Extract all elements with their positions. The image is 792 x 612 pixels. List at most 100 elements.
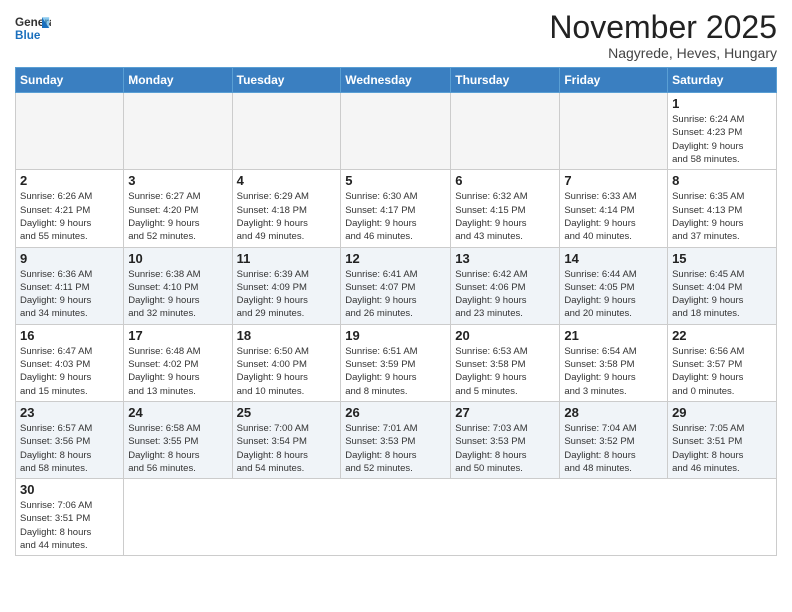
day-info: Sunrise: 6:58 AM Sunset: 3:55 PM Dayligh… [128,422,227,475]
title-area: November 2025 Nagyrede, Heves, Hungary [549,10,777,61]
calendar-row: 16 Sunrise: 6:47 AM Sunset: 4:03 PM Dayli… [16,324,777,401]
calendar-cell: 26Sunrise: 7:01 AM Sunset: 3:53 PM Dayli… [341,401,451,478]
day-number: 13 [455,251,555,266]
calendar-cell [16,93,124,170]
header-saturday: Saturday [668,68,777,93]
day-number: 3 [128,173,227,188]
calendar-cell: 10 Sunrise: 6:38 AM Sunset: 4:10 PM Dayli… [124,247,232,324]
day-info: Sunrise: 6:39 AM Sunset: 4:09 PM Dayligh… [237,268,337,321]
logo-icon: General Blue [15,10,51,46]
location: Nagyrede, Heves, Hungary [549,45,777,61]
calendar-cell: 11Sunrise: 6:39 AM Sunset: 4:09 PM Dayli… [232,247,341,324]
month-title: November 2025 [549,10,777,45]
day-number: 15 [672,251,772,266]
day-info: Sunrise: 6:51 AM Sunset: 3:59 PM Dayligh… [345,345,446,398]
day-info: Sunrise: 6:45 AM Sunset: 4:04 PM Dayligh… [672,268,772,321]
day-number: 26 [345,405,446,420]
day-number: 25 [237,405,337,420]
logo: General Blue [15,10,51,46]
day-info: Sunrise: 6:47 AM Sunset: 4:03 PM Dayligh… [20,345,119,398]
day-info: Sunrise: 7:06 AM Sunset: 3:51 PM Dayligh… [20,499,119,552]
day-info: Sunrise: 6:29 AM Sunset: 4:18 PM Dayligh… [237,190,337,243]
header-tuesday: Tuesday [232,68,341,93]
day-info: Sunrise: 6:27 AM Sunset: 4:20 PM Dayligh… [128,190,227,243]
calendar-cell: 21 Sunrise: 6:54 AM Sunset: 3:58 PM Dayli… [560,324,668,401]
day-info: Sunrise: 6:56 AM Sunset: 3:57 PM Dayligh… [672,345,772,398]
day-number: 12 [345,251,446,266]
calendar-cell: 1Sunrise: 6:24 AM Sunset: 4:23 PM Daylig… [668,93,777,170]
calendar-row: 1Sunrise: 6:24 AM Sunset: 4:23 PM Daylig… [16,93,777,170]
day-number: 21 [564,328,663,343]
header-friday: Friday [560,68,668,93]
calendar-cell: 30Sunrise: 7:06 AM Sunset: 3:51 PM Dayli… [16,479,124,556]
day-info: Sunrise: 7:00 AM Sunset: 3:54 PM Dayligh… [237,422,337,475]
calendar-table: Sunday Monday Tuesday Wednesday Thursday… [15,67,777,556]
calendar-cell: 3 Sunrise: 6:27 AM Sunset: 4:20 PM Daylig… [124,170,232,247]
day-number: 14 [564,251,663,266]
day-info: Sunrise: 6:35 AM Sunset: 4:13 PM Dayligh… [672,190,772,243]
calendar-cell [451,93,560,170]
day-info: Sunrise: 6:36 AM Sunset: 4:11 PM Dayligh… [20,268,119,321]
calendar-cell: 17 Sunrise: 6:48 AM Sunset: 4:02 PM Dayli… [124,324,232,401]
day-number: 4 [237,173,337,188]
day-info: Sunrise: 6:32 AM Sunset: 4:15 PM Dayligh… [455,190,555,243]
day-number: 7 [564,173,663,188]
day-number: 8 [672,173,772,188]
day-number: 17 [128,328,227,343]
calendar-cell [341,93,451,170]
calendar-cell: 5 Sunrise: 6:30 AM Sunset: 4:17 PM Daylig… [341,170,451,247]
calendar-row: 9 Sunrise: 6:36 AM Sunset: 4:11 PM Daylig… [16,247,777,324]
calendar-cell: 15 Sunrise: 6:45 AM Sunset: 4:04 PM Dayli… [668,247,777,324]
calendar-cell: 24 Sunrise: 6:58 AM Sunset: 3:55 PM Dayli… [124,401,232,478]
calendar-cell: 7 Sunrise: 6:33 AM Sunset: 4:14 PM Daylig… [560,170,668,247]
day-info: Sunrise: 6:38 AM Sunset: 4:10 PM Dayligh… [128,268,227,321]
calendar-cell: 22Sunrise: 6:56 AM Sunset: 3:57 PM Dayli… [668,324,777,401]
day-number: 29 [672,405,772,420]
day-info: Sunrise: 6:54 AM Sunset: 3:58 PM Dayligh… [564,345,663,398]
calendar-cell: 29 Sunrise: 7:05 AM Sunset: 3:51 PM Dayli… [668,401,777,478]
calendar-cell: 6 Sunrise: 6:32 AM Sunset: 4:15 PM Daylig… [451,170,560,247]
calendar-cell: 25 Sunrise: 7:00 AM Sunset: 3:54 PM Dayli… [232,401,341,478]
calendar-cell: 23 Sunrise: 6:57 AM Sunset: 3:56 PM Dayli… [16,401,124,478]
calendar-cell: 27 Sunrise: 7:03 AM Sunset: 3:53 PM Dayli… [451,401,560,478]
day-number: 24 [128,405,227,420]
calendar-cell: 8 Sunrise: 6:35 AM Sunset: 4:13 PM Daylig… [668,170,777,247]
day-info: Sunrise: 6:44 AM Sunset: 4:05 PM Dayligh… [564,268,663,321]
day-info: Sunrise: 6:26 AM Sunset: 4:21 PM Dayligh… [20,190,119,243]
calendar-row: 30Sunrise: 7:06 AM Sunset: 3:51 PM Dayli… [16,479,777,556]
day-number: 23 [20,405,119,420]
day-number: 16 [20,328,119,343]
calendar-cell: 19Sunrise: 6:51 AM Sunset: 3:59 PM Dayli… [341,324,451,401]
svg-text:Blue: Blue [15,29,41,42]
day-info: Sunrise: 6:50 AM Sunset: 4:00 PM Dayligh… [237,345,337,398]
calendar-row: 2 Sunrise: 6:26 AM Sunset: 4:21 PM Daylig… [16,170,777,247]
day-number: 18 [237,328,337,343]
day-number: 28 [564,405,663,420]
calendar-cell: 18 Sunrise: 6:50 AM Sunset: 4:00 PM Dayli… [232,324,341,401]
day-info: Sunrise: 6:48 AM Sunset: 4:02 PM Dayligh… [128,345,227,398]
header-monday: Monday [124,68,232,93]
day-info: Sunrise: 7:05 AM Sunset: 3:51 PM Dayligh… [672,422,772,475]
day-number: 6 [455,173,555,188]
calendar-cell: 13Sunrise: 6:42 AM Sunset: 4:06 PM Dayli… [451,247,560,324]
calendar-cell: 12Sunrise: 6:41 AM Sunset: 4:07 PM Dayli… [341,247,451,324]
day-info: Sunrise: 7:03 AM Sunset: 3:53 PM Dayligh… [455,422,555,475]
day-number: 10 [128,251,227,266]
day-number: 27 [455,405,555,420]
day-number: 5 [345,173,446,188]
calendar-cell: 4 Sunrise: 6:29 AM Sunset: 4:18 PM Daylig… [232,170,341,247]
calendar-cell: 16 Sunrise: 6:47 AM Sunset: 4:03 PM Dayli… [16,324,124,401]
calendar-cell [124,93,232,170]
calendar-cell: 14 Sunrise: 6:44 AM Sunset: 4:05 PM Dayli… [560,247,668,324]
weekday-header-row: Sunday Monday Tuesday Wednesday Thursday… [16,68,777,93]
day-info: Sunrise: 6:57 AM Sunset: 3:56 PM Dayligh… [20,422,119,475]
day-info: Sunrise: 6:53 AM Sunset: 3:58 PM Dayligh… [455,345,555,398]
day-number: 9 [20,251,119,266]
day-info: Sunrise: 6:33 AM Sunset: 4:14 PM Dayligh… [564,190,663,243]
day-info: Sunrise: 6:30 AM Sunset: 4:17 PM Dayligh… [345,190,446,243]
day-number: 2 [20,173,119,188]
day-number: 20 [455,328,555,343]
header-wednesday: Wednesday [341,68,451,93]
header-sunday: Sunday [16,68,124,93]
calendar-cell: 2 Sunrise: 6:26 AM Sunset: 4:21 PM Daylig… [16,170,124,247]
